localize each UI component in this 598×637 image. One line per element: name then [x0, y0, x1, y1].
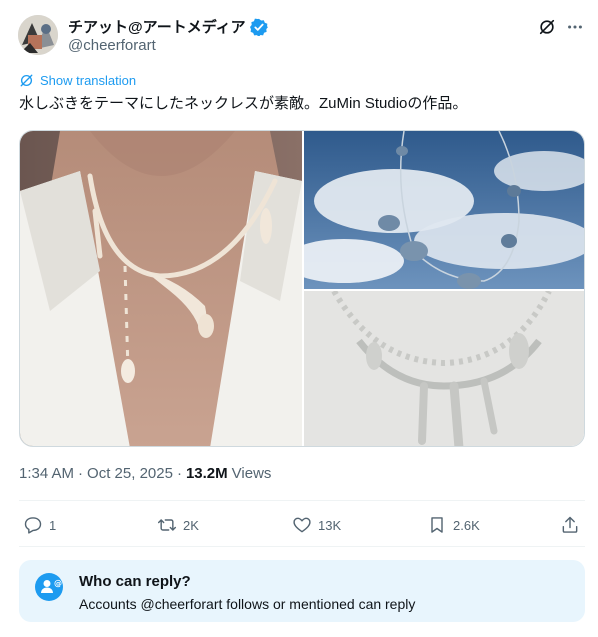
- bookmark-count: 2.6K: [453, 517, 480, 533]
- tweet-date[interactable]: Oct 25, 2025: [87, 465, 173, 482]
- tweet-header: チアット@アートメディア @cheerforart: [18, 12, 584, 62]
- svg-text:@: @: [54, 579, 62, 588]
- avatar[interactable]: [18, 15, 58, 55]
- meta-separator: ·: [78, 465, 84, 482]
- user-mention-icon: @: [35, 573, 63, 601]
- display-name[interactable]: チアット@アートメディア: [68, 16, 246, 37]
- views-count: 13.2M: [185, 465, 228, 482]
- show-translation-link[interactable]: Show translation: [19, 73, 136, 88]
- name-row: チアット@アートメディア: [68, 16, 268, 37]
- media-grid: [19, 130, 585, 447]
- repost-button[interactable]: 2K: [157, 510, 199, 540]
- bookmark-button[interactable]: 2.6K: [427, 510, 480, 540]
- reply-count: 1: [49, 517, 57, 533]
- more-options-icon[interactable]: [566, 18, 584, 36]
- action-bar: 1 2K 13K 2.6K: [19, 510, 585, 540]
- reply-button[interactable]: 1: [23, 510, 56, 540]
- necklace-sky-photo[interactable]: [304, 131, 584, 289]
- repost-icon: [157, 519, 177, 531]
- reply-icon: [24, 517, 42, 534]
- translate-icon: [19, 73, 34, 88]
- tweet-meta: 1:34 AM · Oct 25, 2025 · 13.2M Views: [19, 465, 271, 482]
- repost-count: 2K: [183, 517, 199, 533]
- grok-icon[interactable]: [538, 18, 556, 36]
- necklace-worn-photo[interactable]: [20, 131, 302, 446]
- share-icon: [562, 516, 578, 533]
- reply-restriction-title: Who can reply?: [79, 573, 191, 590]
- heart-icon: [293, 517, 311, 533]
- share-button[interactable]: [560, 510, 580, 540]
- show-translation-label: Show translation: [40, 73, 137, 88]
- divider: [19, 500, 585, 501]
- verified-badge-icon: [249, 18, 268, 37]
- divider: [19, 546, 585, 547]
- meta-separator: ·: [176, 465, 182, 482]
- bookmark-icon: [431, 517, 443, 533]
- like-count: 13K: [318, 517, 342, 533]
- like-button[interactable]: 13K: [292, 510, 341, 540]
- reply-restriction-body: Accounts @cheerforart follows or mention…: [79, 596, 416, 612]
- reply-restriction-notice: @ Who can reply? Accounts @cheerforart f…: [19, 560, 585, 622]
- views-label: Views: [231, 465, 272, 482]
- necklace-flatlay-photo[interactable]: [304, 291, 584, 446]
- tweet-text: 水しぶきをテーマにしたネックレスが素敵。ZuMin Studioの作品。: [19, 95, 468, 112]
- handle[interactable]: @cheerforart: [68, 37, 156, 54]
- tweet-time[interactable]: 1:34 AM: [19, 465, 74, 482]
